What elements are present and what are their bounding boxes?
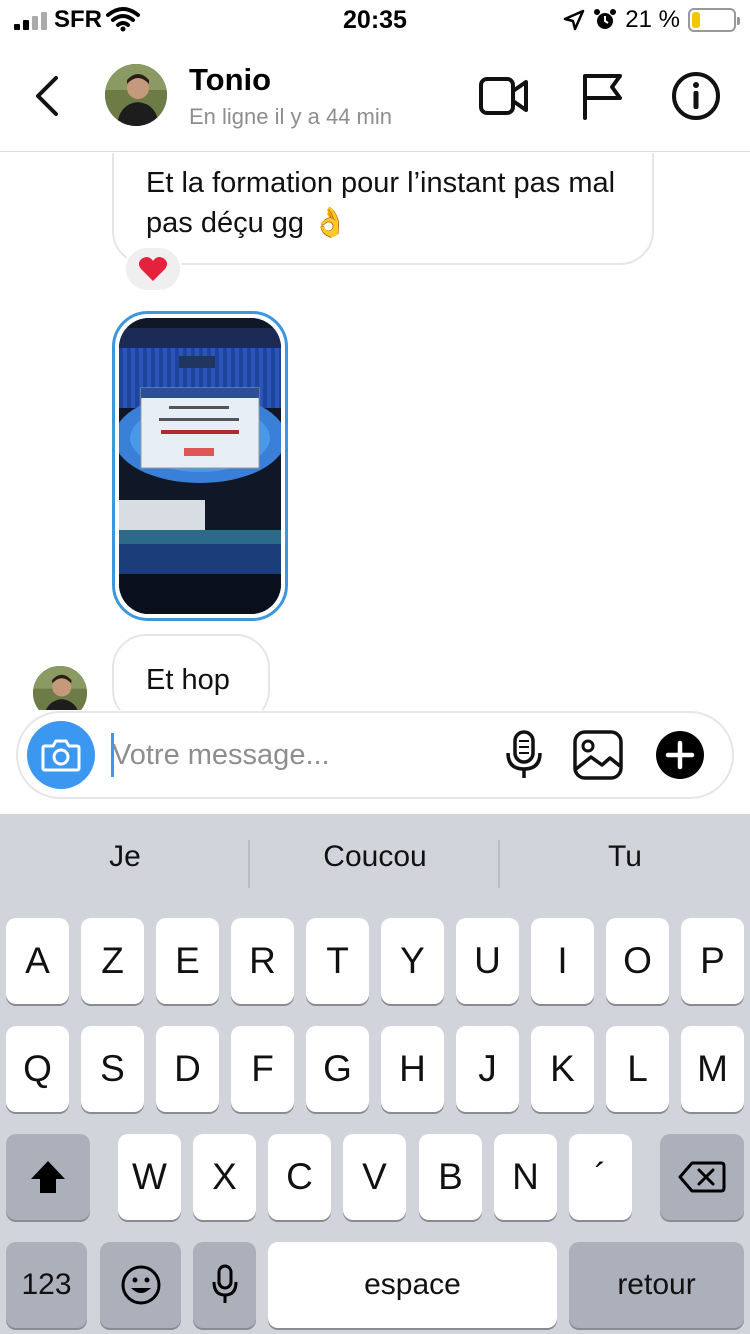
key[interactable]: U (456, 918, 519, 1004)
suggestion-item[interactable]: Tu (500, 840, 750, 874)
back-icon[interactable] (30, 74, 64, 118)
contact-name[interactable]: Tonio (189, 62, 271, 98)
key[interactable]: M (681, 1026, 744, 1112)
key[interactable]: Y (381, 918, 444, 1004)
screenshot-thumbnail (119, 318, 281, 614)
message-text: Et hop (146, 664, 230, 696)
message-text: Et la formation pour l’instant pas mal p… (146, 167, 616, 239)
battery-level-fill (692, 12, 701, 28)
space-key[interactable]: espace (268, 1242, 557, 1328)
key[interactable]: N (494, 1134, 557, 1220)
battery-icon (688, 8, 740, 32)
microphone-icon (212, 1264, 237, 1303)
suggestion-item[interactable]: Coucou (250, 840, 500, 874)
backspace-key[interactable] (660, 1134, 744, 1220)
key[interactable]: K (531, 1026, 594, 1112)
key[interactable]: L (606, 1026, 669, 1112)
camera-button[interactable] (27, 721, 95, 789)
key[interactable]: Q (6, 1026, 69, 1112)
key[interactable]: S (81, 1026, 144, 1112)
key[interactable]: R (231, 918, 294, 1004)
plus-icon[interactable] (654, 729, 706, 781)
reaction-heart-icon[interactable] (124, 246, 182, 292)
key[interactable]: X (193, 1134, 256, 1220)
key[interactable]: D (156, 1026, 219, 1112)
key[interactable]: H (381, 1026, 444, 1112)
key[interactable]: P (681, 918, 744, 1004)
numbers-key[interactable]: 123 (6, 1242, 87, 1328)
suggestion-item[interactable]: Je (0, 840, 250, 874)
key[interactable]: T (306, 918, 369, 1004)
dictation-key[interactable] (193, 1242, 256, 1328)
key[interactable]: J (456, 1026, 519, 1112)
shift-key[interactable] (6, 1134, 90, 1220)
suggestion-bar: Je Coucou Tu (0, 814, 750, 914)
message-list[interactable]: Et la formation pour l’instant pas mal p… (0, 153, 750, 710)
key[interactable]: O (606, 918, 669, 1004)
return-key[interactable]: retour (569, 1242, 744, 1328)
video-call-icon[interactable] (478, 70, 530, 122)
key[interactable]: C (268, 1134, 331, 1220)
key[interactable]: Z (81, 918, 144, 1004)
image-message[interactable] (112, 311, 288, 621)
flag-icon[interactable] (576, 70, 628, 122)
key[interactable]: A (6, 918, 69, 1004)
key[interactable]: E (156, 918, 219, 1004)
emoji-key[interactable] (100, 1242, 181, 1328)
microphone-icon[interactable] (498, 729, 550, 781)
key[interactable]: F (231, 1026, 294, 1112)
shift-icon (31, 1161, 65, 1193)
backspace-icon (678, 1161, 726, 1193)
key[interactable]: V (343, 1134, 406, 1220)
status-bar: SFR 20:35 21 % (0, 0, 750, 40)
avatar[interactable] (105, 64, 167, 126)
camera-icon (41, 739, 81, 772)
message-input[interactable] (112, 731, 492, 779)
message-bubble[interactable]: Et la formation pour l’instant pas mal p… (112, 153, 654, 265)
emoji-icon (121, 1265, 160, 1305)
chat-header: Tonio En ligne il y a 44 min (0, 40, 750, 152)
keyboard: Je Coucou Tu A Z E R T Y U I O P Q S D F… (0, 814, 750, 1334)
avatar[interactable] (33, 666, 87, 710)
key[interactable]: G (306, 1026, 369, 1112)
alarm-icon (594, 9, 617, 29)
contact-status: En ligne il y a 44 min (189, 104, 392, 129)
location-icon (564, 9, 585, 31)
gallery-icon[interactable] (572, 729, 624, 781)
message-composer (16, 711, 734, 799)
battery-percent: 21 % (625, 6, 680, 33)
key[interactable]: B (419, 1134, 482, 1220)
key[interactable]: W (118, 1134, 181, 1220)
info-icon[interactable] (670, 70, 722, 122)
message-bubble[interactable]: Et hop (112, 634, 270, 710)
key[interactable]: I (531, 918, 594, 1004)
key[interactable]: ´ (569, 1134, 632, 1220)
